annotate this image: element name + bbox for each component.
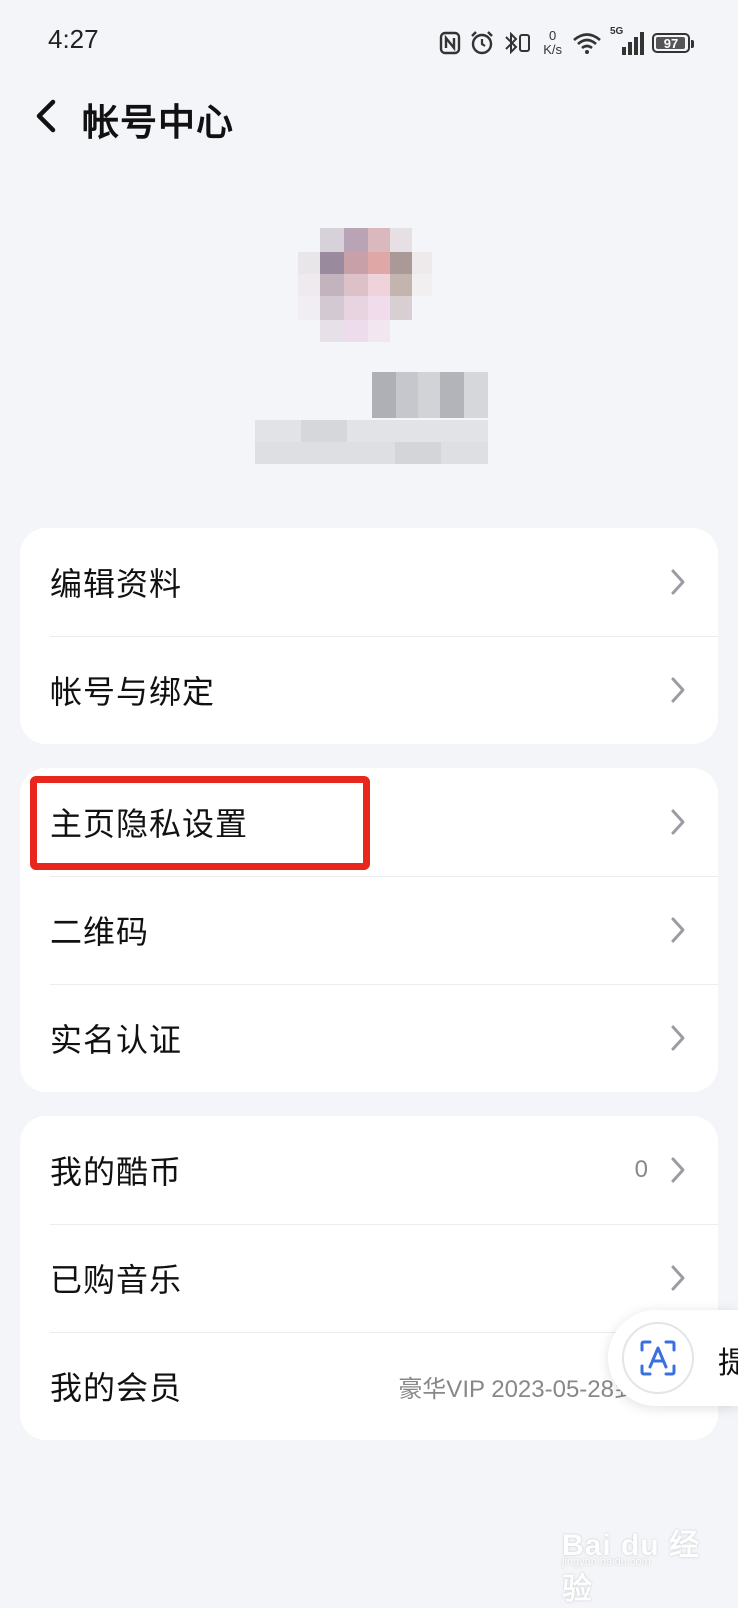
menu-item-purchased-music[interactable]: 已购音乐 [20,1224,718,1332]
avatar[interactable] [298,228,438,346]
status-bar: 4:27 0 K/s 5G 97 [0,0,738,84]
battery-level: 97 [663,35,679,51]
chevron-right-icon [671,1157,685,1183]
menu-item-qr-code[interactable]: 二维码 [20,876,718,984]
battery-icon: 97 [652,33,694,53]
signal-bars-icon [622,32,644,55]
menu-item-my-coins[interactable]: 我的酷币 0 [20,1116,718,1224]
wifi-icon [573,33,601,54]
chevron-right-icon [671,677,685,703]
menu-item-label: 二维码 [50,913,150,951]
settings-card-3: 我的酷币 0 已购音乐 我的会员 豪华VIP 2023-05-28到 [20,1116,718,1440]
floating-label: 提 [718,1346,738,1381]
cell-signal: 5G [610,26,644,56]
menu-item-label: 已购音乐 [50,1261,183,1299]
menu-item-real-name-verification[interactable]: 实名认证 [20,984,718,1092]
chevron-right-icon [671,1265,685,1291]
highlight-annotation-box [30,776,370,870]
watermark-url: jingyan.baidu.com [562,1556,651,1568]
chevron-right-icon [671,917,685,943]
coin-count: 0 [634,1156,648,1183]
chevron-right-icon [671,1025,685,1051]
settings-card-1: 编辑资料 帐号与绑定 [20,528,718,744]
status-time: 4:27 [48,24,99,54]
menu-item-label: 我的会员 [50,1369,183,1407]
text-scan-button[interactable] [622,1322,694,1394]
chevron-right-icon [671,809,685,835]
menu-item-label: 实名认证 [50,1021,183,1059]
net-speed-value: 0 [548,28,557,43]
header: 帐号中心 [0,88,738,148]
user-id-blurred [255,410,488,466]
net-speed: 0 K/s [543,29,562,57]
net-speed-unit: K/s [543,42,562,57]
baidu-watermark: Bai du 经验 jingyan.baidu.com [562,1520,702,1606]
chevron-right-icon [671,569,685,595]
back-button[interactable] [26,94,66,138]
status-icons: 0 K/s 5G 97 [439,26,694,60]
text-scan-icon [640,1340,676,1376]
page-title: 帐号中心 [82,101,234,144]
menu-item-label: 编辑资料 [50,565,183,603]
menu-item-account-binding[interactable]: 帐号与绑定 [20,636,718,744]
chevron-left-icon [36,99,56,133]
floating-text-extract-pill[interactable]: 提 [608,1310,738,1406]
nfc-icon [440,31,461,55]
menu-item-label: 帐号与绑定 [50,673,216,711]
menu-item-label: 我的酷币 [50,1153,183,1191]
menu-item-edit-profile[interactable]: 编辑资料 [20,528,718,636]
bluetooth-vibrate-icon [505,31,531,55]
alarm-icon [471,31,494,55]
membership-status: 豪华VIP 2023-05-28到 [398,1375,638,1403]
